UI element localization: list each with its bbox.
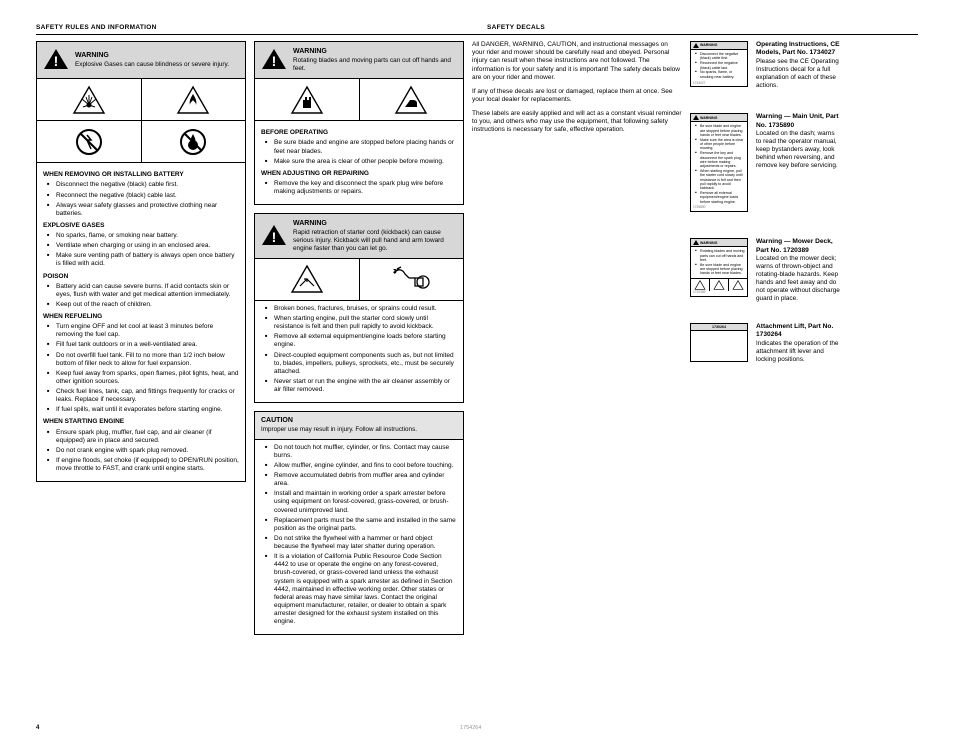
decal-thumb-1: WARNING Disconnect the negative (black) … (690, 41, 748, 87)
label-desc: Please see the CE Operating Instructions… (756, 58, 839, 89)
alert-icon: ! (43, 48, 69, 73)
header-left: SAFETY RULES AND INFORMATION (36, 24, 467, 32)
warning-box-kickback: ! WARNING Rapid retraction of starter co… (254, 213, 464, 403)
label-row: WARNING Be sure blade and engine are sto… (690, 113, 840, 228)
warning-box-fuel: ! WARNING Explosive Gases can cause blin… (36, 41, 246, 482)
label-desc: Located on the mower deck; warns of thro… (756, 255, 840, 302)
fire-icon (142, 79, 246, 121)
label-desc: Located on the dash; warns to read the o… (756, 130, 838, 169)
label-row: 1730264 Attachment Lift, Part No. 173026… (690, 323, 840, 378)
label-name: Attachment Lift, Part No. 1730264 (756, 323, 833, 338)
kickback-tri-icon (255, 259, 360, 301)
svg-text:!: ! (272, 229, 277, 245)
before-list: Be sure blade and engine are stopped bef… (261, 139, 457, 165)
no-flame-icon (142, 121, 246, 163)
label-row: WARNING Rotating blades and moving parts… (690, 238, 840, 313)
decal-thumb-2: WARNING Be sure blade and engine are sto… (690, 113, 748, 212)
refuel-head: WHEN REFUELING (43, 313, 239, 321)
adjust-head: WHEN ADJUSTING OR REPAIRING (261, 170, 457, 178)
warning-title: WARNING (293, 220, 327, 227)
label-name: Warning — Mower Deck, Part No. 1720389 (756, 238, 833, 253)
before-head: BEFORE OPERATING (261, 129, 457, 137)
label-name: Warning — Main Unit, Part No. 1735890 (756, 113, 839, 128)
warning-box-rotating: ! WARNING Rotating blades and moving par… (254, 41, 464, 205)
decals-lead3: These labels are easily applied and will… (472, 110, 682, 134)
page-header: SAFETY RULES AND INFORMATION SAFETY DECA… (36, 24, 918, 35)
svg-text:!: ! (54, 53, 59, 69)
decal-thumb-4: 1730264 (690, 323, 748, 362)
foot-cut-icon (360, 79, 464, 121)
adjust-list: Remove the key and disconnect the spark … (261, 180, 457, 196)
label-name: Operating Instructions, CE Models, Part … (756, 41, 840, 56)
no-spark-icon (37, 121, 142, 163)
explosion-list: No sparks, flame, or smoking near batter… (43, 232, 239, 269)
footer-code: 1754264 (460, 725, 481, 732)
alert-icon: ! (261, 48, 287, 73)
alert-icon: ! (261, 224, 287, 249)
storage-list: Disconnect the negative (black) cable fi… (43, 181, 239, 218)
caution-box: CAUTION Improper use may result in injur… (254, 411, 464, 635)
column-d: WARNING Disconnect the negative (black) … (690, 41, 840, 635)
decal-thumb-3: WARNING Rotating blades and moving parts… (690, 238, 748, 297)
caution-list: Do not touch hot muffler, cylinder, or f… (261, 444, 457, 627)
explosion-head: EXPLOSIVE GASES (43, 222, 239, 230)
warning-title: WARNING Explosive Gases can cause blindn… (75, 52, 229, 69)
poison-head: POISON (43, 273, 239, 281)
label-row: WARNING Disconnect the negative (black) … (690, 41, 840, 103)
kickback-list: Broken bones, fractures, bruises, or spr… (261, 305, 457, 394)
starting-list: Ensure spark plug, muffler, fuel cap, an… (43, 429, 239, 474)
warning-title: WARNING (293, 48, 327, 55)
refuel-list: Turn engine OFF and let cool at least 3 … (43, 323, 239, 414)
explosion-icon (37, 79, 142, 121)
starting-head: WHEN STARTING ENGINE (43, 418, 239, 426)
page-number: 4 (36, 725, 39, 733)
decals-lead2: If any of these decals are lost or damag… (472, 88, 682, 104)
warning-sub: Rotating blades and moving parts can cut… (293, 57, 451, 72)
engine-pull-icon (360, 259, 464, 301)
header-right: SAFETY DECALS (467, 24, 918, 32)
decals-lead: All DANGER, WARNING, CAUTION, and instru… (472, 41, 682, 82)
svg-text:!: ! (272, 53, 277, 69)
hand-cut-icon (255, 79, 360, 121)
column-b: ! WARNING Rotating blades and moving par… (254, 41, 464, 635)
storage-head: WHEN REMOVING OR INSTALLING BATTERY (43, 171, 239, 179)
poison-list: Battery acid can cause severe burns. If … (43, 283, 239, 309)
caution-title: CAUTION (261, 417, 293, 424)
warning-sub: Rapid retraction of starter cord (kickba… (293, 229, 444, 252)
label-desc: Indicates the operation of the attachmen… (756, 340, 838, 363)
column-a: ! WARNING Explosive Gases can cause blin… (36, 41, 246, 635)
column-c: All DANGER, WARNING, CAUTION, and instru… (472, 41, 682, 635)
caution-sub: Improper use may result in injury. Follo… (261, 426, 417, 433)
